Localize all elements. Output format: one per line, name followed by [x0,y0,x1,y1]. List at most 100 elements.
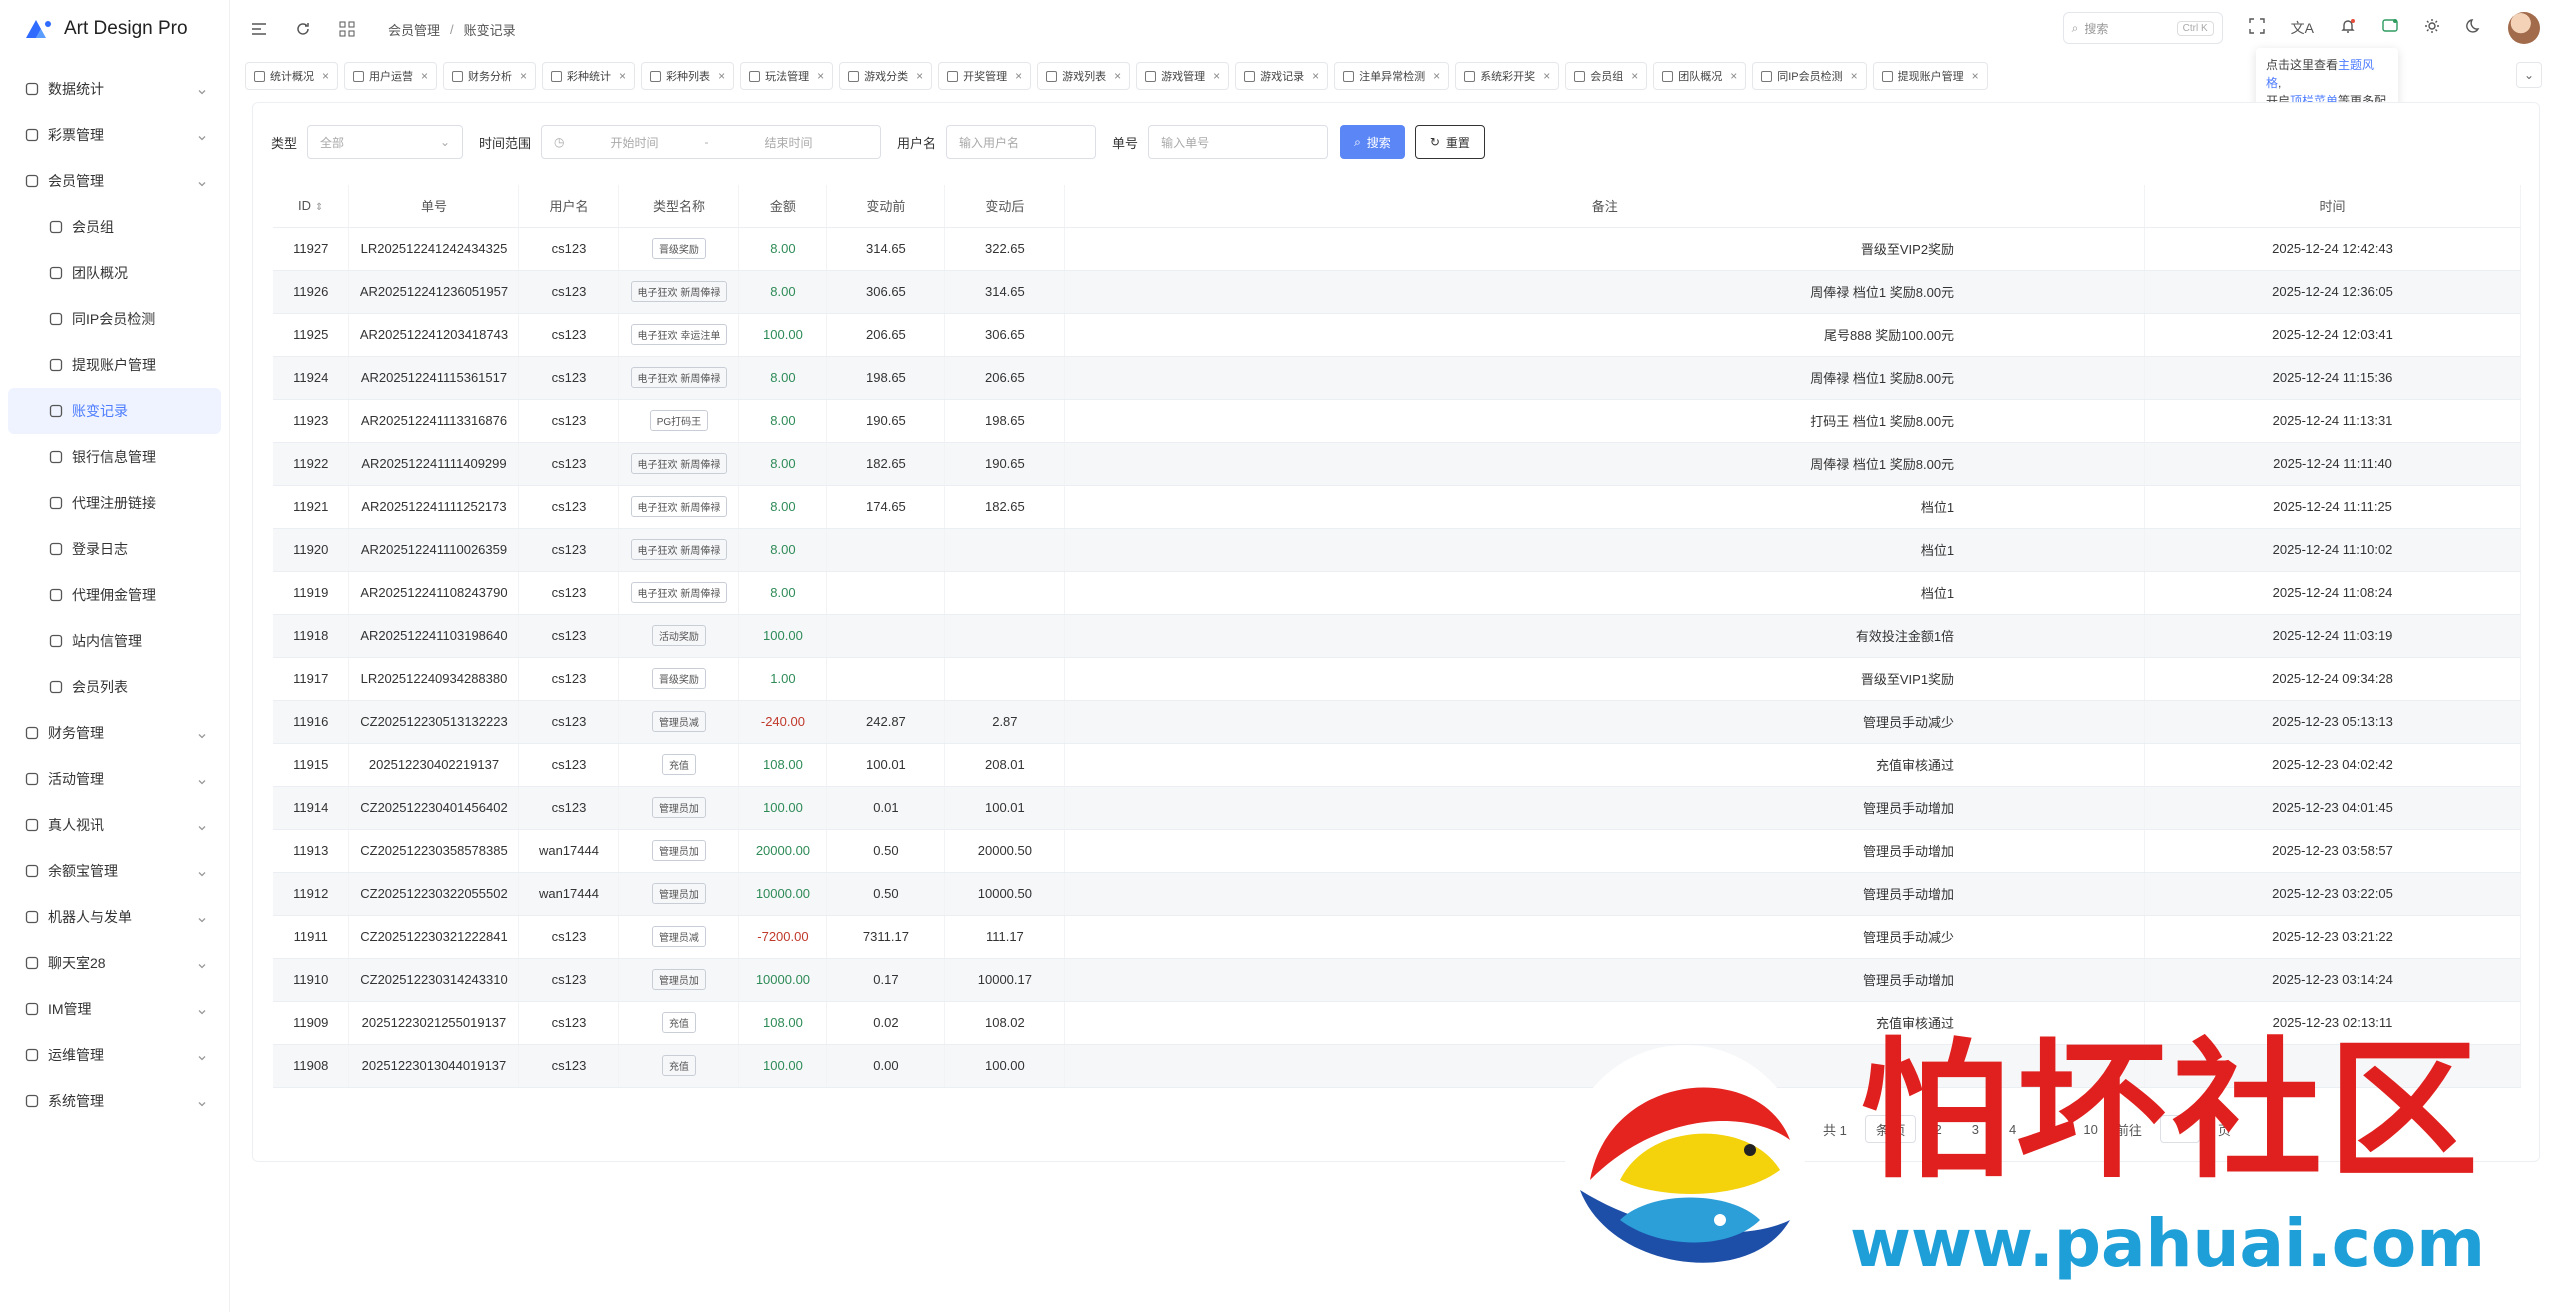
tab[interactable]: 会员组 × [1565,62,1648,90]
cell-username: cs123 [518,657,620,701]
close-icon[interactable]: × [619,69,626,83]
close-icon[interactable]: × [1433,69,1440,83]
bell-icon[interactable] [2340,18,2356,39]
avatar[interactable] [2508,12,2540,44]
close-icon[interactable]: × [1631,69,1638,83]
column-header: 单号 [348,185,520,228]
close-icon[interactable]: × [1015,69,1022,83]
sidebar-item[interactable]: 提现账户管理 [8,342,221,388]
reset-button[interactable]: ↻ 重置 [1414,125,1485,159]
order-input[interactable]: 输入单号 [1148,125,1329,159]
fullscreen-icon[interactable] [2248,17,2265,39]
close-icon[interactable]: × [1851,69,1858,83]
cell-after: 111.17 [944,915,1066,959]
sidebar-item[interactable]: 会员管理 [8,158,221,204]
sidebar-item[interactable]: 银行信息管理 [8,434,221,480]
search-button[interactable]: ⌕ 搜索 [1340,125,1405,159]
tab[interactable]: 游戏分类 × [839,62,933,90]
sidebar-item[interactable]: 会员列表 [8,664,221,710]
sidebar-item[interactable]: 彩票管理 [8,112,221,158]
cell-username: cs123 [518,399,620,443]
sidebar-item[interactable]: 数据统计 [8,66,221,112]
translate-icon[interactable]: 文A [2291,18,2314,38]
settings-icon[interactable] [2424,18,2440,39]
tab[interactable]: 系统彩开奖 × [1455,62,1560,90]
fish-logo-icon [1565,1045,1805,1285]
tab[interactable]: 财务分析 × [443,62,537,90]
menu-toggle-icon[interactable] [250,20,268,38]
sidebar-item[interactable]: 代理佣金管理 [8,572,221,618]
sidebar-item[interactable]: 站内信管理 [8,618,221,664]
sidebar-item[interactable]: 账变记录 [8,388,221,434]
close-icon[interactable]: × [520,69,527,83]
close-icon[interactable]: × [916,69,923,83]
cell-order-no: AR202512241108243790 [348,571,520,615]
sidebar-item[interactable]: 财务管理 [8,710,221,756]
tab[interactable]: 团队概况 × [1653,62,1747,90]
chevron-down-icon [197,728,207,739]
tab[interactable]: 用户运营 × [344,62,438,90]
date-range-picker[interactable]: ◷ 开始时间 - 结束时间 [541,125,882,159]
sidebar-item[interactable]: 真人视讯 [8,802,221,848]
cell-before: 198.65 [826,356,946,400]
close-icon[interactable]: × [718,69,725,83]
close-icon[interactable]: × [817,69,824,83]
cell-username: cs123 [518,227,620,271]
cell-before: 314.65 [826,227,946,271]
logo[interactable]: Art Design Pro [0,0,229,58]
tab[interactable]: 游戏记录 × [1235,62,1329,90]
sidebar-item[interactable]: 同IP会员检测 [8,296,221,342]
refresh-icon[interactable] [294,20,312,38]
tab[interactable]: 彩种列表 × [641,62,735,90]
sidebar-item[interactable]: 代理注册链接 [8,480,221,526]
chevron-down-icon [197,84,207,95]
tab[interactable]: 游戏列表 × [1037,62,1131,90]
sort-icon[interactable]: ⇕ [315,202,323,213]
tab-icon [1343,70,1355,82]
global-search[interactable]: ⌕ 搜索 Ctrl K [2062,12,2223,44]
grid-icon[interactable] [338,20,356,38]
sidebar-item[interactable]: 登录日志 [8,526,221,572]
sidebar-item[interactable]: 运维管理 [8,1032,221,1078]
tab[interactable]: 彩种统计 × [542,62,636,90]
type-select[interactable]: 全部 ⌄ [307,125,464,159]
close-icon[interactable]: × [1730,69,1737,83]
sidebar-item[interactable]: IM管理 [8,986,221,1032]
close-icon[interactable]: × [1114,69,1121,83]
table-row: 11914 CZ202512230401456402 cs123 管理员加 100.00… [273,786,2521,830]
tab[interactable]: 注单异常检测 × [1334,62,1450,90]
close-icon[interactable]: × [322,69,329,83]
tab[interactable]: 提现账户管理 × [1872,62,1988,90]
close-icon[interactable]: × [1213,69,1220,83]
breadcrumb-item[interactable]: 会员管理 [388,20,440,39]
sidebar-item[interactable]: 机器人与发单 [8,894,221,940]
tab[interactable]: 玩法管理 × [740,62,834,90]
close-icon[interactable]: × [421,69,428,83]
bank-icon [48,449,64,465]
cell-before: 0.50 [826,829,946,873]
sidebar-item[interactable]: 系统管理 [8,1078,221,1124]
sidebar-item[interactable]: 活动管理 [8,756,221,802]
sidebar-item[interactable]: 聊天室28 [8,940,221,986]
cell-type: 充值 [618,1044,740,1088]
close-icon[interactable]: × [1972,69,1979,83]
tab[interactable]: 游戏管理 × [1136,62,1230,90]
cell-username: cs123 [518,1001,620,1045]
type-tag: 电子狂欢 新周俸禄 [630,496,728,517]
tab-label: 开奖管理 [963,71,1008,83]
close-icon[interactable]: × [1543,69,1550,83]
chat-icon[interactable] [2382,18,2398,39]
close-icon[interactable]: × [1312,69,1319,83]
tab[interactable]: 统计概况 × [245,62,339,90]
sidebar-item[interactable]: 会员组 [8,204,221,250]
username-input[interactable]: 输入用户名 [946,125,1097,159]
cell-username: cs123 [518,356,620,400]
sidebar-item[interactable]: 余额宝管理 [8,848,221,894]
column-header[interactable]: ID ⇕ [273,185,350,228]
header-actions: ⌕ 搜索 Ctrl K 文A [2062,12,2540,44]
dark-mode-icon[interactable] [2466,18,2482,39]
chevron-down-icon[interactable]: ⌄ [2516,62,2542,88]
tab[interactable]: 开奖管理 × [938,62,1032,90]
tab[interactable]: 同IP会员检测 × [1752,62,1867,90]
sidebar-item[interactable]: 团队概况 [8,250,221,296]
